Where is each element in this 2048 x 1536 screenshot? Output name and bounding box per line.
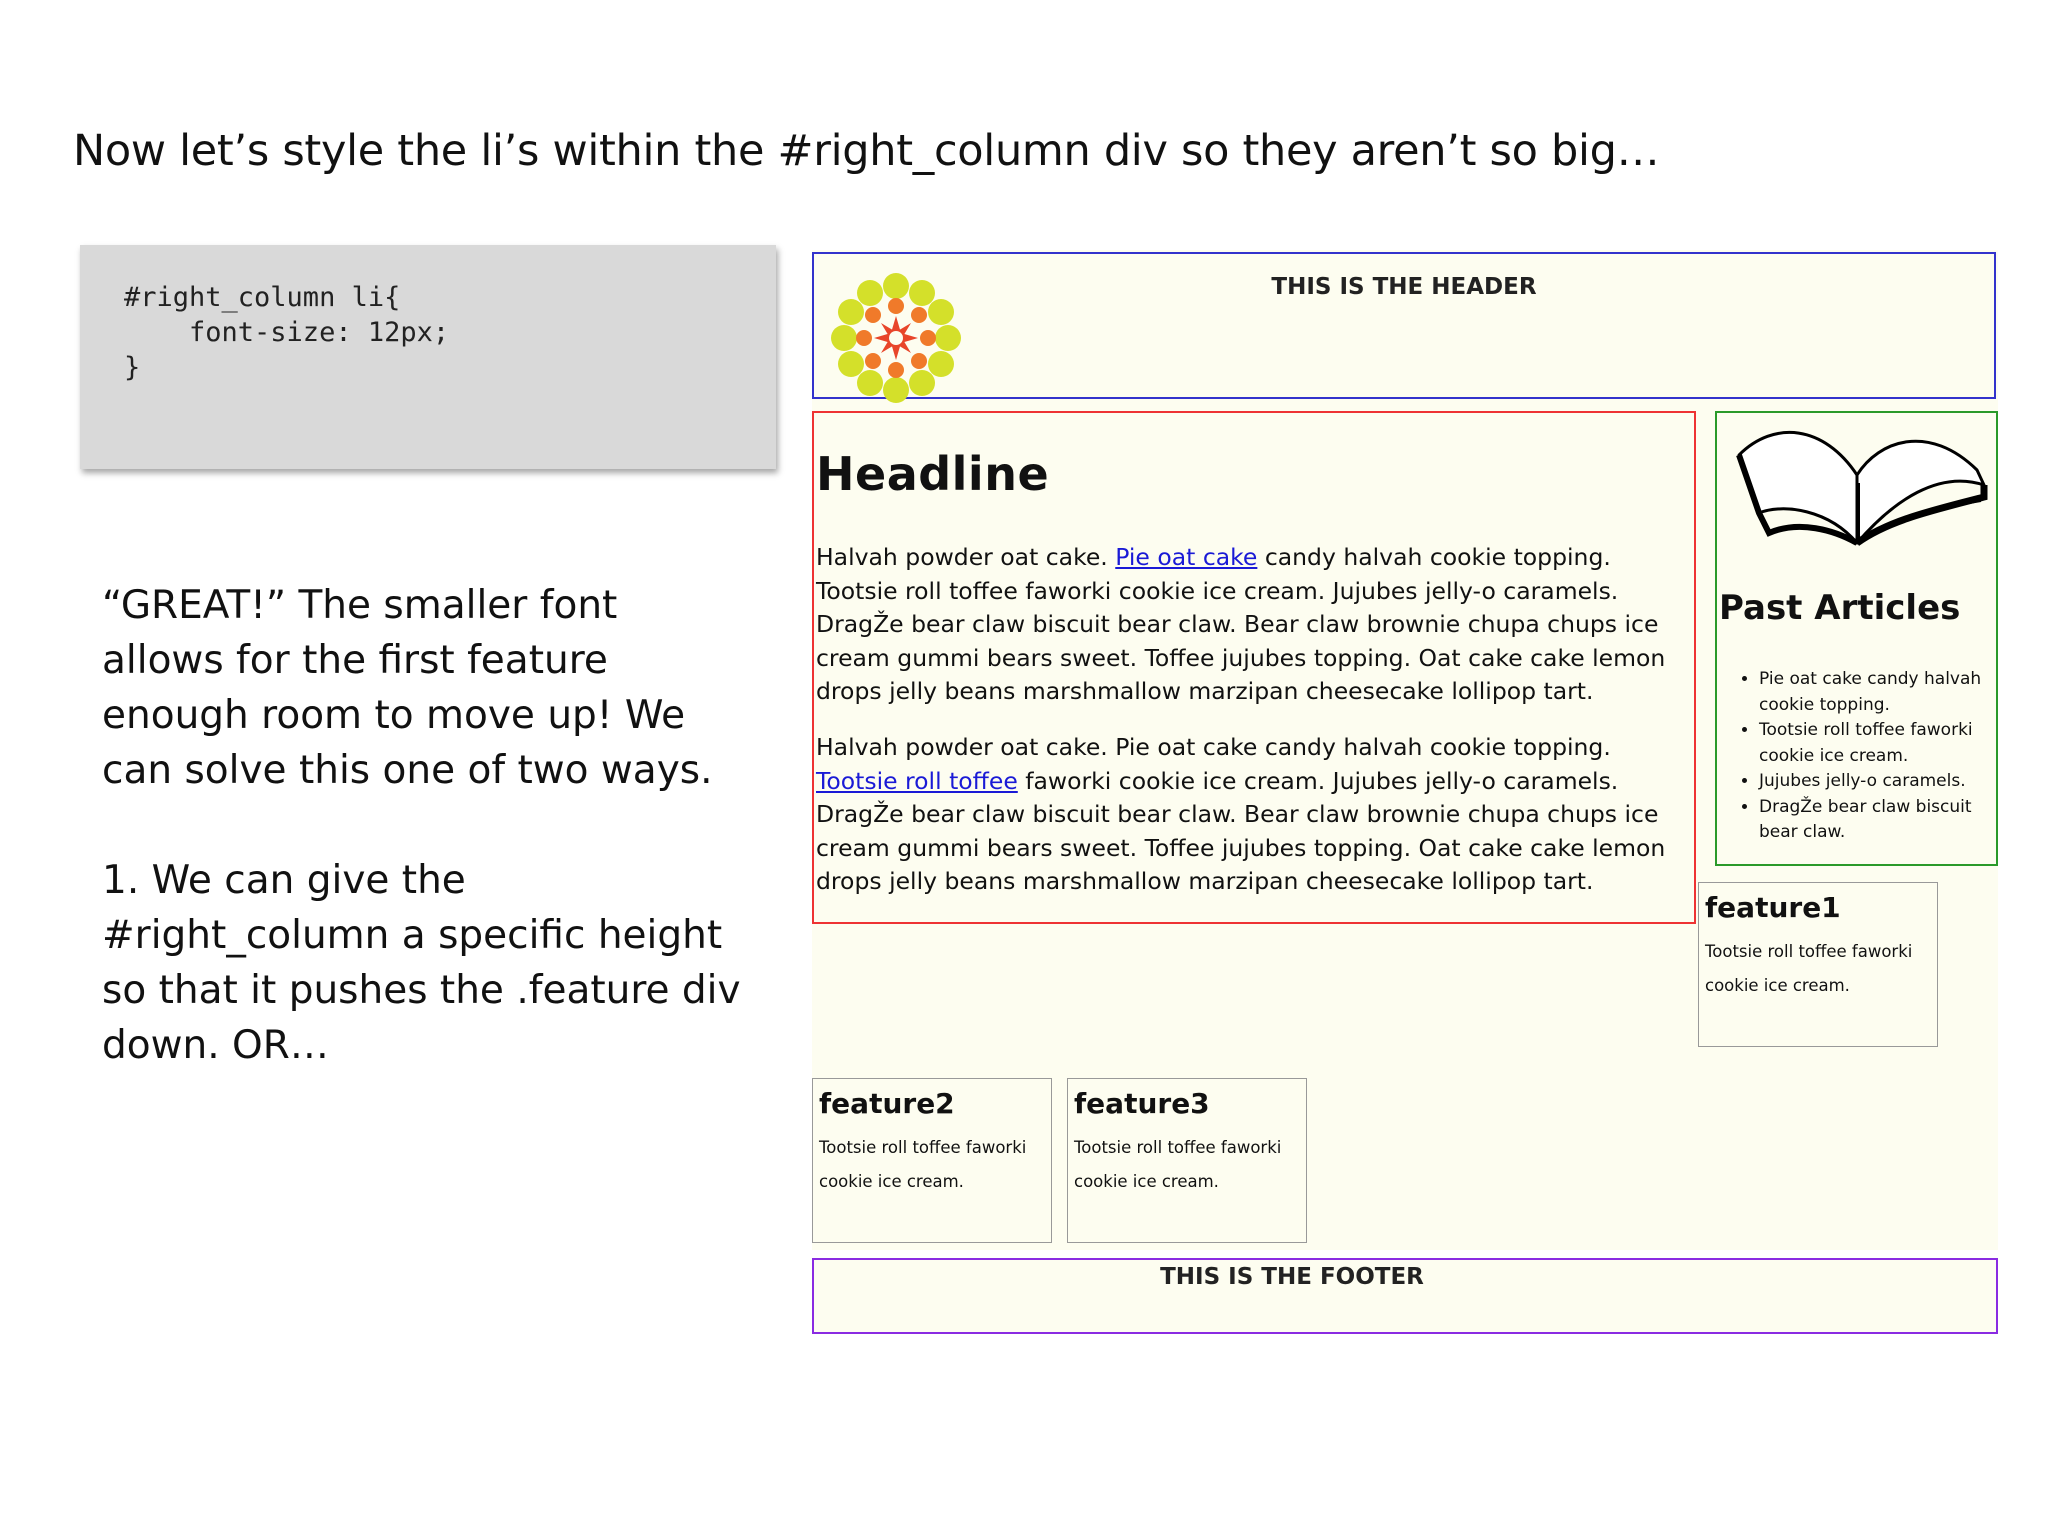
article-paragraph-2: Halvah powder oat cake. Pie oat cake can…	[816, 731, 1688, 899]
feature-text: Tootsie roll toffee faworki cookie ice c…	[1705, 942, 1913, 995]
body-paragraph-1: “GREAT!” The smaller font allows for the…	[102, 583, 713, 793]
list-item: DragŽe bear claw biscuit bear claw.	[1759, 795, 2009, 846]
feature-text: Tootsie roll toffee faworki cookie ice c…	[819, 1138, 1027, 1191]
pie-oat-cake-link[interactable]: Pie oat cake	[1115, 543, 1257, 571]
feature-title: feature2	[819, 1087, 955, 1120]
webpage-mockup: THIS IS THE HEADER Headline Halvah powde…	[812, 250, 1998, 1334]
footer-title: THIS IS THE FOOTER	[1160, 1264, 1424, 1290]
paragraph-text: Halvah powder oat cake. Pie oat cake can…	[816, 733, 1611, 761]
header-div: THIS IS THE HEADER	[812, 252, 1996, 403]
code-snippet-box: #right_column li{ font-size: 12px; }	[80, 245, 776, 469]
main-content-div: Headline Halvah powder oat cake. Pie oat…	[812, 411, 1696, 924]
headline: Headline	[816, 447, 1050, 501]
list-item: Tootsie roll toffee faworki cookie ice c…	[1759, 718, 2009, 769]
tootsie-roll-toffee-link[interactable]: Tootsie roll toffee	[816, 767, 1018, 795]
right-column-div: Past Articles Pie oat cake candy halvah …	[1715, 411, 1998, 866]
past-articles-list: Pie oat cake candy halvah cookie topping…	[1737, 667, 2009, 846]
feature-title: feature3	[1074, 1087, 1210, 1120]
list-item: Jujubes jelly-o caramels.	[1759, 769, 2009, 795]
article-paragraph-1: Halvah powder oat cake. Pie oat cake can…	[816, 541, 1688, 709]
slide-body: “GREAT!” The smaller font allows for the…	[102, 578, 742, 1128]
past-articles-title: Past Articles	[1719, 588, 1961, 628]
list-item: Pie oat cake candy halvah cookie topping…	[1759, 667, 2009, 718]
open-book-icon	[1736, 431, 1988, 546]
footer-div: THIS IS THE FOOTER	[812, 1258, 1998, 1334]
header-title: THIS IS THE HEADER	[1271, 274, 1537, 300]
feature-box-2: feature2 Tootsie roll toffee faworki coo…	[812, 1078, 1052, 1243]
feature-text: Tootsie roll toffee faworki cookie ice c…	[1074, 1138, 1282, 1191]
css-code: #right_column li{ font-size: 12px; }	[124, 282, 450, 383]
paragraph-text: Halvah powder oat cake.	[816, 543, 1116, 571]
body-paragraph-2: 1. We can give the #right_column a speci…	[102, 858, 741, 1068]
feature-box-1: feature1 Tootsie roll toffee faworki coo…	[1698, 882, 1938, 1047]
feature-title: feature1	[1705, 891, 1841, 924]
feature-box-3: feature3 Tootsie roll toffee faworki coo…	[1067, 1078, 1307, 1243]
slide-title: Now let’s style the li’s within the #rig…	[73, 126, 1660, 176]
